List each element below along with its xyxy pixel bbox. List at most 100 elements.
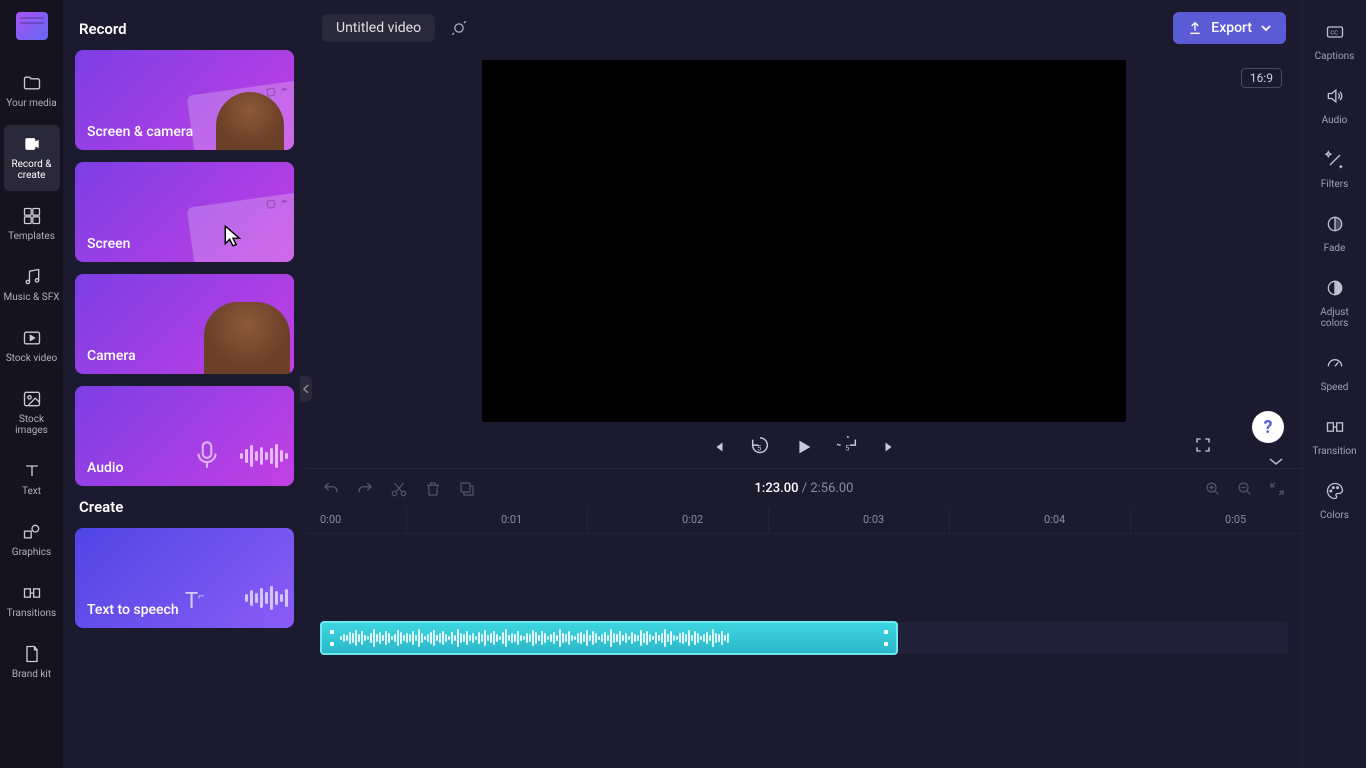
rail-record-create[interactable]: Record & create xyxy=(4,125,60,191)
film-icon xyxy=(21,327,43,349)
export-button[interactable]: Export xyxy=(1173,12,1286,44)
ai-assist-button[interactable] xyxy=(445,14,473,42)
duplicate-button[interactable] xyxy=(458,480,476,498)
rail-graphics[interactable]: Graphics xyxy=(4,513,60,568)
image-icon xyxy=(21,388,43,410)
brandkit-icon xyxy=(21,643,43,665)
panel-heading-record: Record xyxy=(79,20,290,38)
video-title-input[interactable]: Untitled video xyxy=(322,14,435,42)
question-icon: ? xyxy=(1264,417,1273,438)
palette-icon xyxy=(1325,481,1345,505)
card-camera[interactable]: Camera xyxy=(75,274,294,374)
total-duration: 2:56.00 xyxy=(810,481,853,496)
timeline[interactable]: 0:00 0:01 0:02 0:03 0:04 0:05 xyxy=(306,508,1302,768)
left-rail: Your media Record & create Templates Mus… xyxy=(0,0,63,768)
record-create-panel: Record Screen & camera Screen Camera Aud… xyxy=(63,0,306,768)
card-text-to-speech[interactable]: T⌐ Text to speech xyxy=(75,528,294,628)
fullscreen-button[interactable] xyxy=(1194,436,1212,458)
clip-handle-left[interactable] xyxy=(330,630,334,646)
upload-icon xyxy=(1187,20,1203,36)
rail-your-media[interactable]: Your media xyxy=(4,64,60,119)
clip-waveform xyxy=(340,629,878,647)
magic-wand-icon xyxy=(1325,150,1345,174)
ruler-label: 0:01 xyxy=(501,513,522,526)
decor-avatar xyxy=(204,302,290,374)
ruler-label: 0:02 xyxy=(682,513,703,526)
rr-filters[interactable]: Filters xyxy=(1307,142,1363,200)
rr-captions[interactable]: CC Captions xyxy=(1307,14,1363,72)
svg-text:CC: CC xyxy=(1330,31,1338,37)
card-screen-camera[interactable]: Screen & camera xyxy=(75,50,294,150)
preview-area: 16:9 ? 5 5 xyxy=(306,56,1302,468)
svg-text:5: 5 xyxy=(757,444,761,453)
card-label: Screen xyxy=(87,236,130,252)
waveform-icon xyxy=(245,586,288,610)
waveform-icon xyxy=(240,444,288,468)
text-icon: T⌐ xyxy=(185,589,205,614)
redo-button[interactable] xyxy=(356,480,374,498)
fit-timeline-button[interactable] xyxy=(1268,480,1286,498)
zoom-in-button[interactable] xyxy=(1204,480,1222,498)
rr-adjust-colors[interactable]: Adjust colors xyxy=(1307,270,1363,339)
decor-window-icon xyxy=(187,193,294,262)
rail-music-sfx[interactable]: Music & SFX xyxy=(4,258,60,313)
timeline-ruler[interactable]: 0:00 0:01 0:02 0:03 0:04 0:05 xyxy=(306,508,1302,534)
undo-button[interactable] xyxy=(322,480,340,498)
microphone-icon xyxy=(190,438,224,476)
music-icon xyxy=(21,266,43,288)
ruler-label: 0:03 xyxy=(863,513,884,526)
rr-speed[interactable]: Speed xyxy=(1307,345,1363,403)
templates-icon xyxy=(21,205,43,227)
skip-end-button[interactable] xyxy=(881,438,899,456)
rail-templates[interactable]: Templates xyxy=(4,197,60,252)
play-button[interactable] xyxy=(793,436,815,458)
ruler-label: 0:05 xyxy=(1225,513,1246,526)
playback-controls: 5 5 xyxy=(356,422,1252,468)
chevron-down-icon xyxy=(1260,22,1272,34)
rewind-5-button[interactable]: 5 xyxy=(749,436,771,458)
timeline-toolbar: 1:23.00 / 2:56.00 xyxy=(306,468,1302,508)
video-camera-icon xyxy=(21,133,43,155)
timeline-tracks xyxy=(306,534,1302,662)
right-rail: CC Captions Audio Filters Fade Adjust co… xyxy=(1302,0,1366,768)
panel-heading-create: Create xyxy=(79,498,290,516)
topbar: Untitled video Export xyxy=(306,0,1302,56)
export-label: Export xyxy=(1211,20,1252,36)
rr-colors[interactable]: Colors xyxy=(1307,473,1363,531)
rail-text[interactable]: Text xyxy=(4,452,60,507)
current-time: 1:23.00 xyxy=(755,481,799,496)
ruler-label: 0:04 xyxy=(1044,513,1065,526)
zoom-out-button[interactable] xyxy=(1236,480,1254,498)
time-display: 1:23.00 / 2:56.00 xyxy=(755,481,854,496)
aspect-ratio-button[interactable]: 16:9 xyxy=(1241,68,1282,88)
rr-transition[interactable]: Transition xyxy=(1307,409,1363,467)
rr-audio[interactable]: Audio xyxy=(1307,78,1363,136)
help-button[interactable]: ? xyxy=(1252,411,1284,443)
cut-button[interactable] xyxy=(390,480,408,498)
card-screen[interactable]: Screen xyxy=(75,162,294,262)
rail-transitions[interactable]: Transitions xyxy=(4,574,60,629)
clip-handle-right[interactable] xyxy=(884,630,888,646)
card-audio[interactable]: Audio xyxy=(75,386,294,486)
audio-clip[interactable] xyxy=(320,621,898,655)
rail-stock-images[interactable]: Stock images xyxy=(4,380,60,446)
rail-brand-kit[interactable]: Brand kit xyxy=(4,635,60,690)
skip-start-button[interactable] xyxy=(709,438,727,456)
video-preview-canvas[interactable] xyxy=(482,60,1126,422)
transition-icon xyxy=(1325,417,1345,441)
app-logo xyxy=(16,12,48,40)
delete-button[interactable] xyxy=(424,480,442,498)
captions-icon: CC xyxy=(1325,22,1345,46)
forward-5-button[interactable]: 5 xyxy=(837,436,859,458)
track-lane[interactable] xyxy=(320,622,1288,654)
ruler-label: 0:00 xyxy=(320,513,341,526)
folder-icon xyxy=(21,72,43,94)
rr-fade[interactable]: Fade xyxy=(1307,206,1363,264)
card-label: Screen & camera xyxy=(87,124,193,140)
main-area: Untitled video Export 16:9 ? 5 xyxy=(306,0,1302,768)
rail-stock-video[interactable]: Stock video xyxy=(4,319,60,374)
transitions-icon xyxy=(21,582,43,604)
card-label: Camera xyxy=(87,348,136,364)
contrast-icon xyxy=(1325,278,1345,302)
svg-text:5: 5 xyxy=(845,444,849,453)
